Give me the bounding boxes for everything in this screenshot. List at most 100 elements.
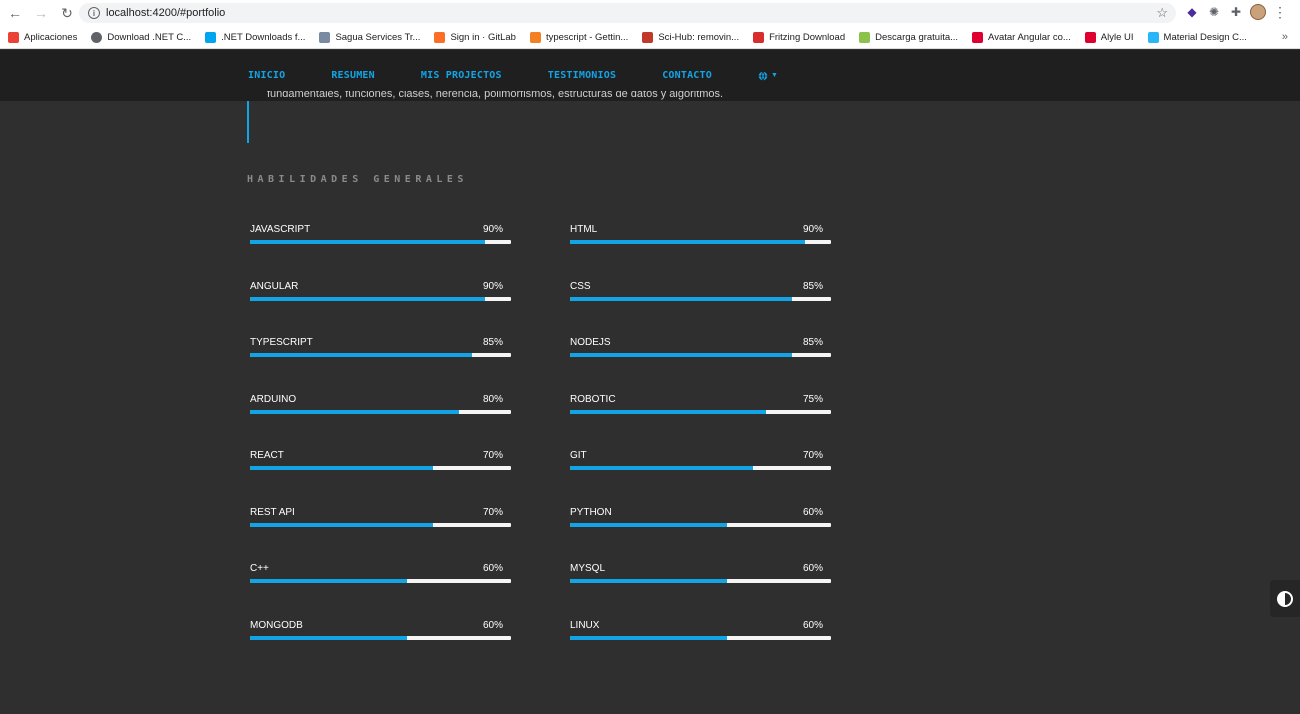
skill-progress-track — [250, 579, 511, 583]
skill-name: ANGULAR — [250, 280, 299, 292]
skill-name: REST API — [250, 506, 295, 518]
fritzing-icon — [753, 31, 765, 43]
skill-item: TYPESCRIPT 85% — [247, 337, 511, 363]
extension-cat-icon[interactable]: ✺ — [1206, 4, 1222, 20]
material-icon — [1147, 31, 1159, 43]
bookmark-item[interactable]: Descarga gratuita... — [859, 31, 959, 43]
back-arrow-icon[interactable]: ← — [4, 2, 26, 24]
skill-item: HTML 90% — [567, 224, 831, 250]
skill-percent: 90% — [482, 224, 503, 235]
skill-progress-track — [250, 240, 511, 244]
bookmark-item[interactable]: Aplicaciones — [8, 31, 78, 43]
bookmark-label: typescript - Gettin... — [545, 31, 629, 43]
theme-toggle-button[interactable] — [1270, 580, 1300, 617]
skill-progress-fill — [250, 466, 433, 470]
skill-name: CSS — [570, 280, 591, 292]
skill-name: LINUX — [570, 619, 600, 631]
skill-progress-track — [250, 466, 511, 470]
skill-progress-track — [250, 353, 511, 357]
reload-icon[interactable]: ↻ — [56, 2, 78, 24]
skill-percent: 60% — [802, 563, 823, 574]
bookmark-label: Descarga gratuita... — [875, 31, 959, 43]
skill-progress-track — [250, 635, 511, 640]
skill-name: TYPESCRIPT — [250, 337, 313, 348]
bookmark-item[interactable]: Sagua Services Tr... — [319, 31, 421, 43]
skill-progress-fill — [570, 635, 727, 640]
bookmark-item[interactable]: Alyle UI — [1084, 31, 1134, 43]
contrast-icon — [1277, 590, 1293, 607]
bookmark-label: Download .NET C... — [107, 31, 192, 43]
bookmarks-more-chevron-icon[interactable]: » — [1282, 31, 1288, 43]
skill-percent: 90% — [482, 280, 503, 292]
skill-item: C++ 60% — [247, 563, 511, 589]
bookmark-item[interactable]: typescript - Gettin... — [529, 31, 629, 43]
bookmark-item[interactable]: Sign in · GitLab — [434, 31, 516, 43]
download-icon — [859, 31, 871, 43]
bookmark-label: Aplicaciones — [24, 31, 78, 43]
bookmark-item[interactable]: .NET Downloads f... — [205, 31, 306, 43]
skill-item: GIT 70% — [567, 450, 831, 476]
profile-avatar[interactable] — [1250, 4, 1266, 20]
language-selector[interactable]: ▼ — [758, 70, 778, 81]
extensions-puzzle-icon[interactable]: ✚ — [1228, 4, 1244, 20]
skill-percent: 60% — [802, 619, 823, 631]
skill-percent: 60% — [802, 506, 823, 518]
bookmark-star-icon[interactable]: ☆ — [1156, 5, 1168, 21]
skill-progress-track — [570, 296, 831, 301]
skill-name: MYSQL — [570, 563, 606, 574]
bookmark-item[interactable]: Download .NET C... — [91, 31, 192, 43]
skill-item: MYSQL 60% — [567, 563, 831, 589]
skill-item: REACT 70% — [247, 450, 511, 476]
nav-link-resumen[interactable]: RESUMEN — [331, 70, 375, 81]
extension-icon[interactable]: ◆ — [1184, 4, 1200, 20]
bookmark-item[interactable]: Material Design C... — [1147, 31, 1247, 43]
bookmark-item[interactable]: Avatar Angular co... — [972, 31, 1071, 43]
skill-progress-track — [570, 466, 831, 470]
skill-progress-fill — [570, 522, 727, 527]
bookmark-label: Alyle UI — [1100, 31, 1134, 43]
skill-progress-fill — [250, 579, 407, 583]
bookmark-label: Fritzing Download — [769, 31, 846, 43]
bookmark-label: Sagua Services Tr... — [335, 31, 421, 43]
bookmarks-bar: Aplicaciones Download .NET C... .NET Downl… — [0, 26, 1300, 49]
skill-percent: 75% — [802, 393, 823, 405]
skills-section-title: HABILIDADES GENERALES — [247, 174, 468, 185]
nav-link-testimonios[interactable]: TESTIMONIOS — [548, 70, 616, 81]
skill-progress-fill — [250, 635, 407, 640]
skill-progress-fill — [570, 409, 766, 414]
address-bar[interactable]: i localhost:4200/#portfolio ☆ — [79, 3, 1176, 23]
bookmark-label: Avatar Angular co... — [988, 31, 1071, 43]
skill-item: JAVASCRIPT 90% — [247, 224, 511, 250]
skill-progress-track — [250, 409, 511, 414]
skill-name: NODEJS — [570, 337, 611, 348]
skill-progress-fill — [250, 240, 485, 244]
angular-icon — [1084, 31, 1096, 43]
skill-item: NODEJS 85% — [567, 337, 831, 363]
skill-item: ARDUINO 80% — [247, 394, 511, 420]
skill-progress-fill — [570, 240, 805, 244]
angular-icon — [972, 31, 984, 43]
nav-link-contacto[interactable]: CONTACTO — [662, 70, 712, 81]
skill-percent: 60% — [482, 563, 503, 574]
skill-progress-track — [570, 579, 831, 583]
skill-progress-fill — [570, 466, 753, 470]
browser-menu-icon[interactable]: ⋮ — [1272, 4, 1288, 20]
skill-progress-track — [570, 409, 831, 414]
bookmark-item[interactable]: Sci-Hub: removin... — [642, 31, 739, 43]
skill-progress-track — [250, 296, 511, 301]
skill-item: MONGODB 60% — [247, 620, 511, 646]
nav-link-mis-projectos[interactable]: MIS PROJECTOS — [421, 70, 502, 81]
skill-progress-track — [570, 522, 831, 527]
nav-link-inicio[interactable]: INICIO — [248, 70, 285, 81]
skill-item: PYTHON 60% — [567, 506, 831, 533]
quote-accent-line — [247, 101, 249, 143]
bookmark-item[interactable]: Fritzing Download — [753, 31, 846, 43]
quote-text: fundamentales, funciones, clases, herenc… — [267, 91, 724, 100]
bookmark-label: .NET Downloads f... — [221, 31, 306, 43]
site-info-icon[interactable]: i — [88, 7, 100, 19]
skill-progress-fill — [570, 296, 792, 301]
forward-arrow-icon[interactable]: → — [30, 2, 52, 24]
skill-progress-track — [570, 353, 831, 357]
skill-percent: 90% — [802, 224, 823, 235]
globe-icon — [758, 70, 768, 81]
